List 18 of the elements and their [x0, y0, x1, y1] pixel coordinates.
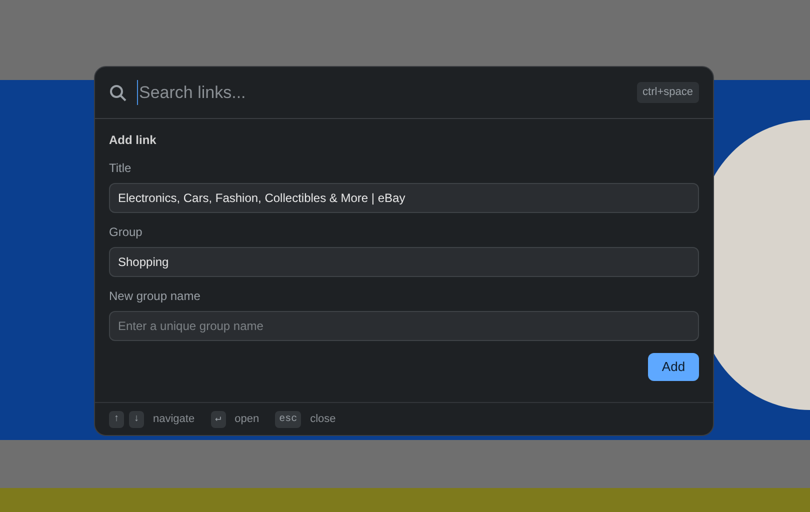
shortcut-badge: ctrl+space — [636, 82, 699, 103]
key-badge: ↓ — [129, 410, 144, 428]
field-label: Title — [109, 160, 132, 177]
hint-label: close — [310, 412, 336, 427]
hint-label: navigate — [153, 412, 195, 427]
search-field[interactable]: Search links... — [137, 80, 627, 106]
text-field[interactable]: Enter a unique group name — [109, 311, 699, 341]
hint-label: open — [234, 412, 260, 427]
text-field[interactable]: Shopping — [109, 247, 699, 277]
field-label: New group name — [109, 288, 202, 305]
form-heading: Add link — [109, 132, 158, 149]
field-label: Group — [109, 224, 144, 241]
key-badge: esc — [275, 410, 302, 428]
text-field[interactable]: Electronics, Cars, Fashion, Collectibles & More | eBay — [109, 183, 699, 213]
key-badge: ↑ — [109, 410, 124, 428]
key-badge: ↵ — [210, 410, 226, 428]
add-button[interactable]: Add — [648, 353, 699, 381]
search-icon — [109, 84, 127, 102]
